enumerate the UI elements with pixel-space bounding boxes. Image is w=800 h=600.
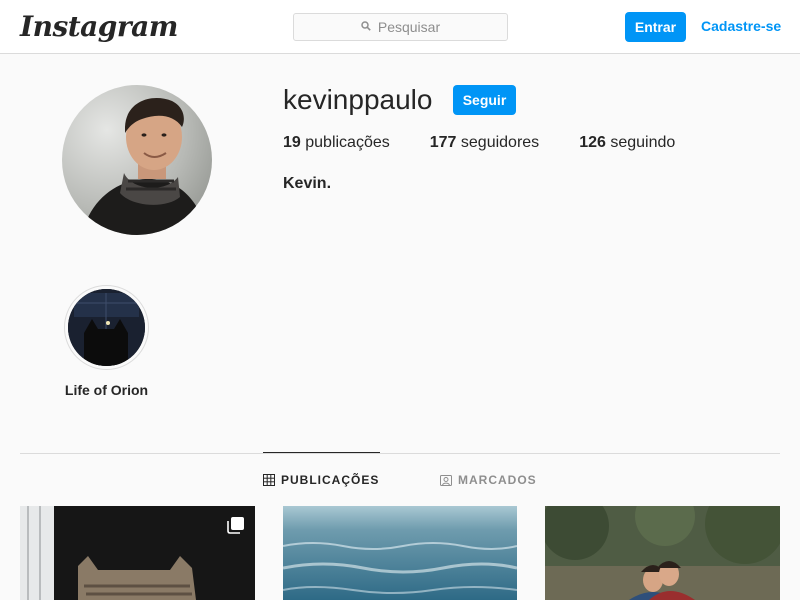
following-label: seguindo xyxy=(610,134,676,151)
posts-label: publicações xyxy=(305,134,390,151)
search-icon xyxy=(361,21,373,33)
story-highlight[interactable] xyxy=(64,285,149,370)
following-count: 126 xyxy=(579,134,606,151)
followers-count: 177 xyxy=(429,134,457,151)
followers-stat[interactable]: 177 seguidores xyxy=(430,134,539,152)
posts-count: 19 xyxy=(283,134,301,151)
active-tab-indicator xyxy=(263,452,380,453)
login-button[interactable]: Entrar xyxy=(625,12,686,42)
tab-posts-label: PUBLICAÇÕES xyxy=(281,473,380,487)
posts-stat: 19 publicações xyxy=(283,134,390,152)
followers-label: seguidores xyxy=(460,134,540,151)
following-stat[interactable]: 126 seguindo xyxy=(579,134,675,152)
search-placeholder: Pesquisar xyxy=(377,19,441,35)
signup-link[interactable]: Cadastre-se xyxy=(701,18,781,34)
search-input[interactable]: Pesquisar xyxy=(293,13,508,41)
profile-avatar xyxy=(62,85,212,235)
highlight-cover xyxy=(68,289,145,366)
post-thumbnail[interactable] xyxy=(283,506,517,600)
post-thumbnail[interactable] xyxy=(545,506,780,600)
instagram-logo[interactable]: Instagram xyxy=(20,10,178,43)
tabs-divider xyxy=(20,453,780,454)
grid-icon xyxy=(263,474,275,486)
tab-posts[interactable]: PUBLICAÇÕES xyxy=(263,473,379,487)
top-navbar: Instagram Pesquisar Entrar Cadastre-se xyxy=(0,0,800,54)
multiple-photos-icon xyxy=(227,516,245,534)
profile-username: kevinppaulo xyxy=(283,84,433,115)
post-thumbnail[interactable] xyxy=(20,506,255,600)
tab-tagged-label: MARCADOS xyxy=(458,473,537,487)
profile-full-name: Kevin. xyxy=(283,175,332,192)
highlight-label: Life of Orion xyxy=(64,382,149,398)
profile-stats: 19 publicações 177 seguidores 126 seguin… xyxy=(283,134,715,152)
follow-button[interactable]: Seguir xyxy=(453,85,516,115)
tab-tagged[interactable]: MARCADOS xyxy=(440,473,537,487)
tagged-icon xyxy=(440,474,452,486)
